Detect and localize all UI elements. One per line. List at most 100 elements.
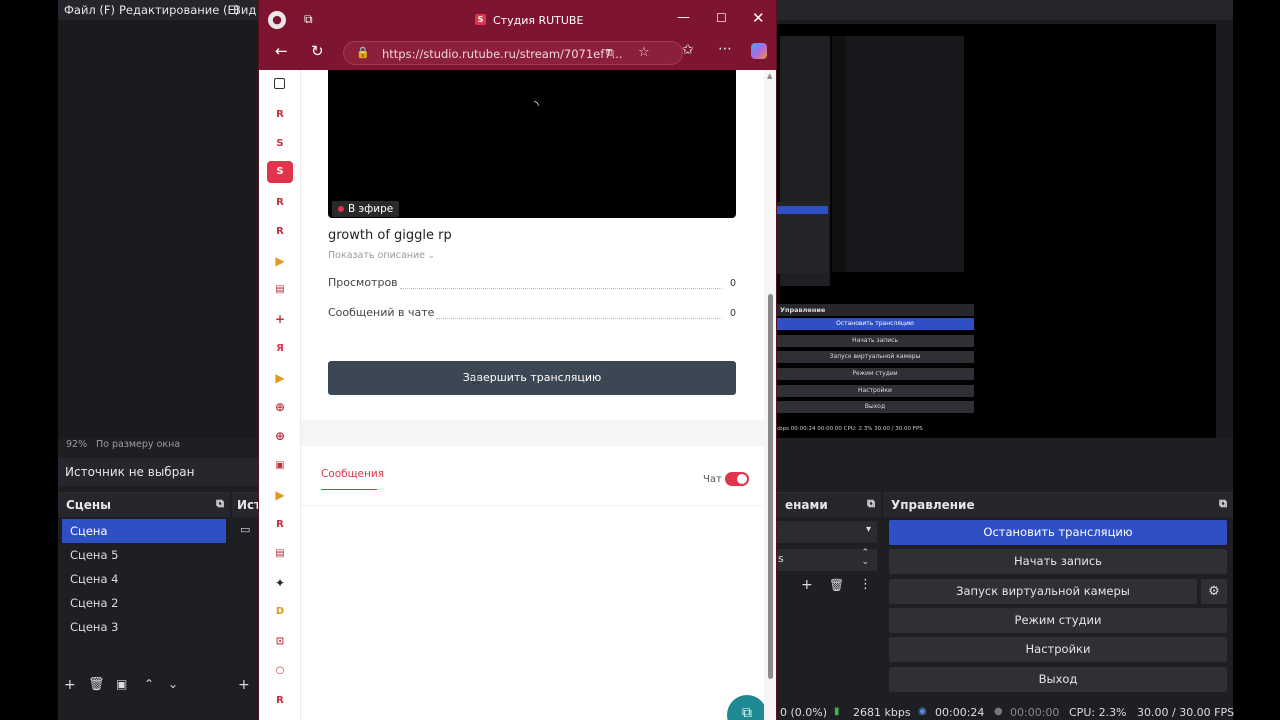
preview-mirror-panel [846, 36, 964, 272]
arrow-up-icon[interactable]: ⌃ [144, 677, 154, 691]
rutube-icon[interactable]: R [273, 108, 287, 122]
calendar-icon[interactable]: ▤ [273, 283, 287, 297]
yandex-icon[interactable]: Я [273, 342, 287, 356]
end-stream-button[interactable]: Завершить трансляцию [328, 361, 736, 395]
chat-toggle[interactable] [725, 472, 749, 486]
copilot-icon[interactable] [751, 43, 767, 59]
browser-window: ● ⧉ S Студия RUTUBE — ☐ ✕ ← ↻ 🔒 https://… [258, 0, 777, 720]
rutube-icon[interactable]: R [273, 196, 287, 210]
add-source-icon[interactable]: + [238, 677, 250, 693]
rutube-studio-favicon: S [475, 14, 486, 25]
scene-item[interactable]: Сцена 4 [62, 567, 226, 591]
favorites-icon[interactable]: ✩ [682, 42, 694, 58]
reload-icon[interactable]: ↻ [311, 42, 324, 60]
stream-title: growth of giggle rp [328, 228, 452, 243]
scroll-up-icon[interactable]: ▲ [767, 72, 772, 80]
support-chat-icon[interactable]: ⧉ [727, 695, 766, 720]
tabs-icon[interactable] [274, 78, 285, 89]
app-available-icon[interactable]: ⧉ [606, 46, 614, 60]
show-description-link[interactable]: Показать описание ⌄ [328, 250, 435, 261]
close-icon[interactable]: ✕ [752, 9, 765, 27]
rutube-icon[interactable]: R [273, 225, 287, 239]
globe-icon[interactable]: ⊕ [273, 429, 287, 443]
studio-mode-button[interactable]: Режим студии [889, 608, 1227, 633]
page-scrollbar[interactable]: ▲ [764, 70, 776, 720]
scenes-panel: Сцены ⧉ Сцена Сцена 5 Сцена 4 Сцена 2 Сц… [58, 492, 230, 702]
stream-video-player[interactable]: ◝ В эфире [328, 70, 736, 218]
play-icon[interactable]: ▶ [273, 254, 287, 268]
play-icon[interactable]: ▶ [273, 371, 287, 385]
scene-item[interactable]: Сцена 2 [62, 591, 226, 615]
favorite-star-icon[interactable]: ☆ [638, 45, 650, 60]
plus-icon[interactable]: + [273, 312, 287, 326]
stop-stream-button[interactable]: Остановить трансляцию [889, 520, 1227, 545]
add-icon[interactable]: + [801, 577, 813, 593]
video-icon[interactable]: ▣ [273, 459, 287, 473]
address-bar[interactable]: 🔒 https://studio.rutube.ru/stream/7071ef… [343, 41, 683, 65]
back-icon[interactable]: ← [275, 42, 288, 60]
record-time: 00:00:00 [1010, 706, 1060, 719]
window-title: Студия RUTUBE [493, 14, 584, 27]
stat-dots [436, 318, 722, 319]
profile-avatar-icon[interactable]: ● [268, 11, 286, 29]
preview-mirror-btn: Запуск виртуальной камеры [776, 351, 974, 364]
undock-icon[interactable]: ⧉ [1219, 497, 1227, 511]
filter-icon[interactable]: ▣ [116, 677, 127, 691]
stream-icon: ◉ [918, 706, 927, 717]
minimize-icon[interactable]: — [677, 10, 690, 25]
calendar-icon[interactable]: ▤ [273, 547, 287, 561]
add-icon[interactable]: + [64, 677, 76, 693]
browser-navbar: ← ↻ 🔒 https://studio.rutube.ru/stream/70… [259, 36, 776, 70]
workspaces-icon[interactable]: ⧉ [304, 12, 313, 27]
more-menu-icon[interactable]: ⋯ [718, 41, 732, 57]
tab-messages[interactable]: Сообщения [321, 468, 384, 480]
scene-item[interactable]: Сцена 3 [62, 615, 226, 639]
menu-file[interactable]: Файл (F) [64, 3, 115, 17]
spin-icon[interactable]: ⌃ ⌄ [861, 549, 869, 567]
search-icon[interactable]: ○ [273, 664, 287, 678]
scene-item[interactable]: Сцена [62, 519, 226, 543]
globe-icon[interactable]: ⊕ [273, 400, 287, 414]
trash-icon[interactable]: 🗑 [829, 578, 844, 592]
menu-edit[interactable]: Редактирование (E) [119, 3, 239, 17]
stat-row: Просмотров 0 [328, 276, 736, 292]
scene-item[interactable]: Сцена 5 [62, 543, 226, 567]
duration-input[interactable]: s ⌃ ⌄ [777, 549, 877, 571]
zoom-level: 92% [66, 439, 88, 450]
studio-icon[interactable]: S [273, 137, 287, 151]
zoom-mode[interactable]: По размеру окна [96, 439, 180, 450]
stat-label: Просмотров [328, 276, 398, 289]
lock-icon[interactable]: 🔒 [356, 46, 370, 59]
preview-mirror-scenes [776, 202, 828, 274]
sources-panel: Исто ▭ + [232, 492, 269, 702]
virtual-camera-button[interactable]: Запуск виртуальной камеры [889, 579, 1197, 604]
cursor-icon: ☝ [471, 370, 481, 388]
rutube-icon[interactable]: R [273, 518, 287, 532]
scenes-title: Сцены [66, 498, 111, 512]
sparkle-icon[interactable]: ✦ [273, 576, 287, 590]
transition-select[interactable]: ▾ [777, 521, 877, 543]
trash-icon[interactable]: 🗑 [88, 677, 105, 692]
scrollbar-thumb[interactable] [768, 294, 773, 679]
exit-button[interactable]: Выход [889, 667, 1227, 692]
rutube-icon[interactable]: R [273, 694, 287, 708]
stream-time: 00:00:24 [935, 706, 985, 719]
preview-mirror-strip [832, 36, 846, 272]
preview-mirror-btn: Начать запись [776, 334, 974, 347]
chat-icon[interactable]: D [273, 605, 287, 619]
undock-icon[interactable]: ⧉ [867, 497, 875, 511]
studio-active-icon[interactable]: S [267, 161, 293, 183]
stat-dots [400, 288, 722, 289]
lock-icon[interactable]: ⊡ [273, 635, 287, 649]
browser-titlebar: ● ⧉ S Студия RUTUBE — ☐ ✕ [259, 0, 776, 40]
gear-icon[interactable]: ⚙ [1201, 579, 1227, 604]
controls-title: Управление [891, 498, 975, 512]
play-icon[interactable]: ▶ [273, 488, 287, 502]
maximize-icon[interactable]: ☐ [716, 11, 727, 25]
more-icon[interactable]: ⋮ [859, 577, 872, 592]
loading-spinner-icon: ◝ [534, 98, 539, 112]
settings-button[interactable]: Настройки [889, 637, 1227, 662]
undock-icon[interactable]: ⧉ [216, 497, 224, 511]
arrow-down-icon[interactable]: ⌄ [168, 677, 178, 691]
start-record-button[interactable]: Начать запись [889, 549, 1227, 574]
